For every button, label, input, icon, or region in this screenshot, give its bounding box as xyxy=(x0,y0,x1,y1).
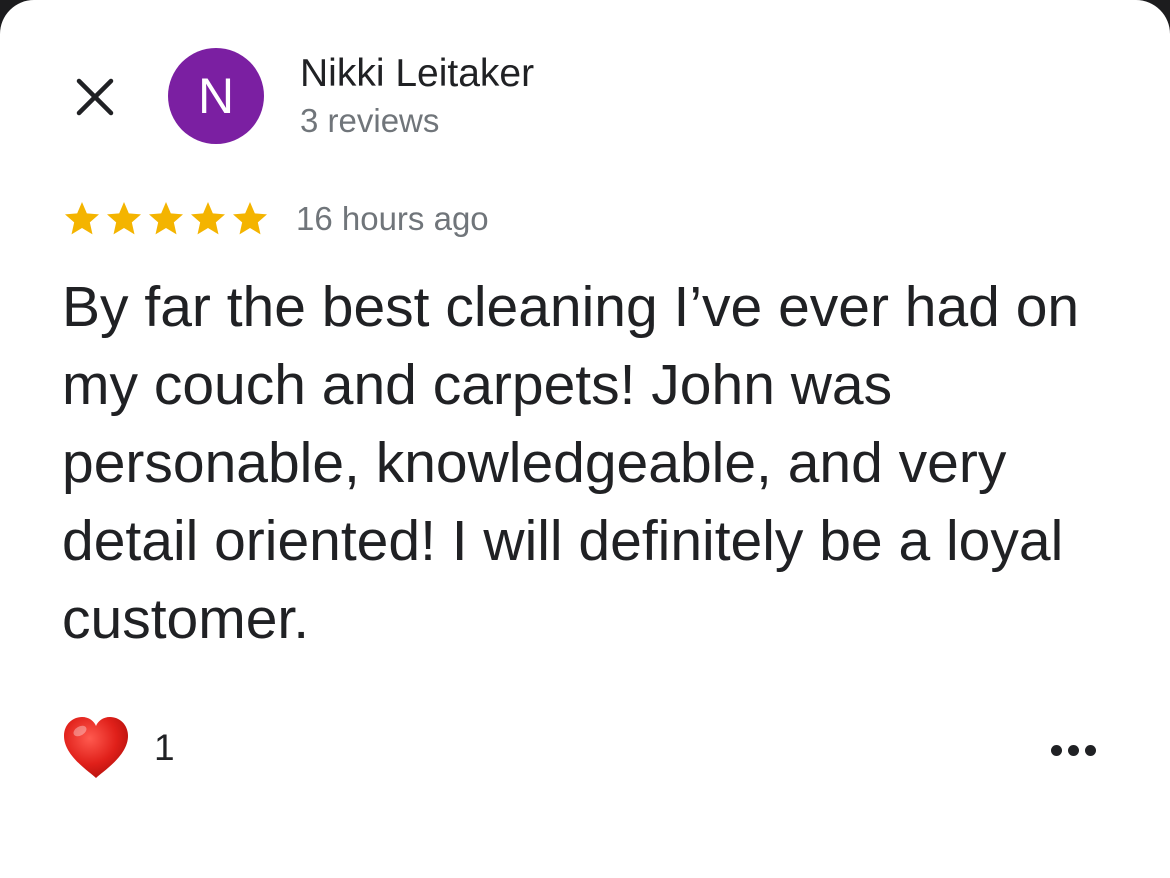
star-rating xyxy=(62,199,270,239)
close-icon xyxy=(76,78,114,116)
review-text: By far the best cleaning I’ve ever had o… xyxy=(62,275,1080,651)
reviewer-name[interactable]: Nikki Leitaker xyxy=(300,52,534,96)
avatar[interactable]: N xyxy=(168,48,264,144)
more-options-button[interactable] xyxy=(1040,728,1106,772)
star-icon xyxy=(107,202,141,235)
heart-icon xyxy=(64,717,128,778)
like-reaction-button[interactable]: 1 xyxy=(60,712,175,784)
star-icon xyxy=(65,202,99,235)
reaction-count: 1 xyxy=(154,727,175,768)
star-icon xyxy=(191,202,225,235)
review-card: N Nikki Leitaker 3 reviews 16 hours ago … xyxy=(0,0,1170,878)
rating-row: 16 hours ago xyxy=(62,196,489,242)
reviewer-review-count: 3 reviews xyxy=(300,102,440,139)
more-dot xyxy=(1084,744,1096,756)
more-dot xyxy=(1067,744,1079,756)
close-button[interactable] xyxy=(70,72,120,122)
avatar-initial: N xyxy=(197,68,235,124)
star-icon xyxy=(149,202,183,235)
star-icon xyxy=(233,202,267,235)
more-horizontal-icon xyxy=(1050,744,1062,756)
review-time: 16 hours ago xyxy=(296,200,489,237)
